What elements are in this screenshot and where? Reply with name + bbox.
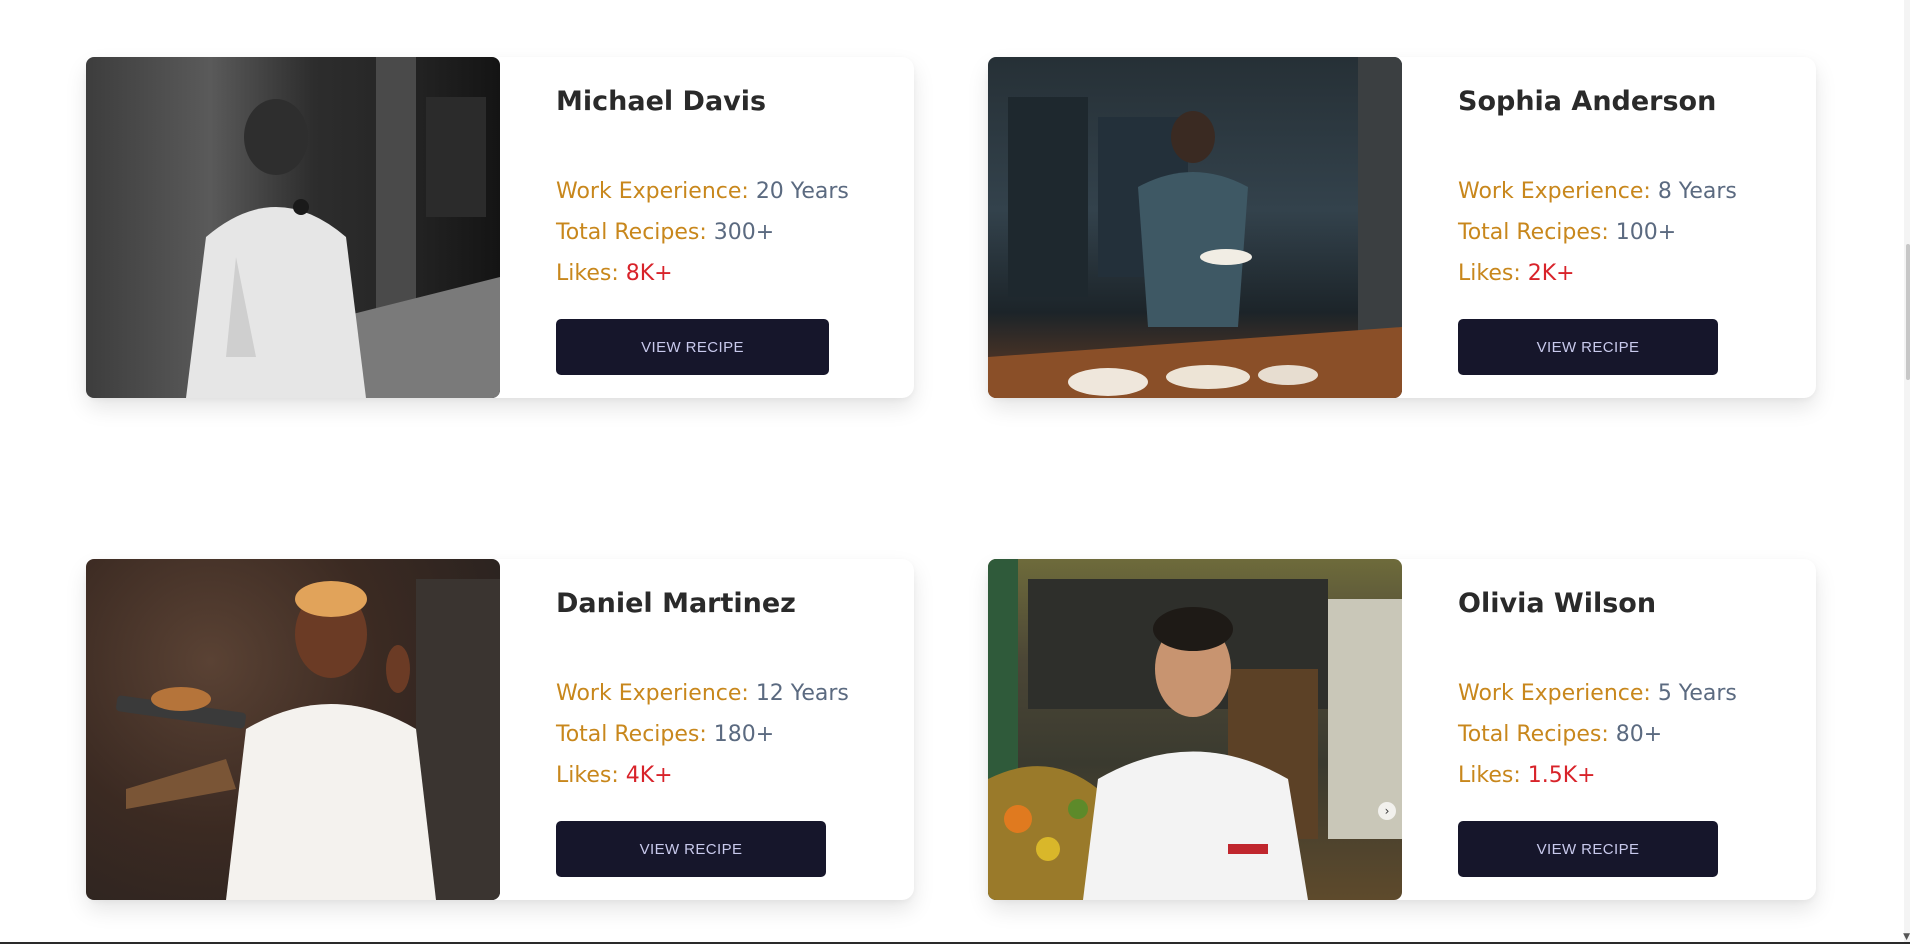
- likes-value: 2K+: [1527, 261, 1575, 286]
- chef-photo: [86, 559, 500, 900]
- chef-photo: [988, 57, 1402, 398]
- work-experience-row: Work Experience: 20 Years: [556, 171, 914, 212]
- total-recipes-label: Total Recipes:: [556, 220, 707, 245]
- likes-label: Likes:: [1458, 763, 1521, 788]
- view-recipe-button[interactable]: VIEW RECIPE: [556, 821, 826, 877]
- chef-card: Michael Davis Work Experience: 20 Years …: [86, 57, 914, 398]
- work-experience-label: Work Experience:: [556, 179, 749, 204]
- work-experience-label: Work Experience:: [1458, 179, 1651, 204]
- chef-card: Sophia Anderson Work Experience: 8 Years…: [988, 57, 1816, 398]
- likes-row: Likes: 2K+: [1458, 253, 1816, 294]
- likes-label: Likes:: [1458, 261, 1521, 286]
- total-recipes-label: Total Recipes:: [1458, 220, 1609, 245]
- total-recipes-row: Total Recipes: 80+: [1458, 714, 1816, 755]
- chef-stats: Work Experience: 20 Years Total Recipes:…: [556, 171, 914, 294]
- likes-row: Likes: 4K+: [556, 755, 914, 796]
- view-recipe-button[interactable]: VIEW RECIPE: [1458, 821, 1718, 877]
- total-recipes-label: Total Recipes:: [1458, 722, 1609, 747]
- work-experience-value: 8 Years: [1657, 179, 1737, 204]
- total-recipes-value: 180+: [713, 722, 775, 747]
- likes-row: Likes: 1.5K+: [1458, 755, 1816, 796]
- page-scrollbar[interactable]: ▼: [1903, 0, 1910, 944]
- scrollbar-thumb[interactable]: [1906, 244, 1910, 380]
- total-recipes-value: 100+: [1615, 220, 1677, 245]
- chef-info: Sophia Anderson Work Experience: 8 Years…: [1402, 57, 1816, 398]
- likes-value: 1.5K+: [1527, 763, 1596, 788]
- chef-card: › Olivia Wilson Work Experience: 5 Years…: [988, 559, 1816, 900]
- chef-name: Sophia Anderson: [1458, 86, 1717, 117]
- chef-card: Daniel Martinez Work Experience: 12 Year…: [86, 559, 914, 900]
- chef-name: Olivia Wilson: [1458, 588, 1657, 619]
- likes-label: Likes:: [556, 261, 619, 286]
- chef-info: Michael Davis Work Experience: 20 Years …: [500, 57, 914, 398]
- chef-grid: Michael Davis Work Experience: 20 Years …: [0, 0, 1910, 944]
- chef-info: Olivia Wilson Work Experience: 5 Years T…: [1402, 559, 1816, 900]
- work-experience-value: 20 Years: [755, 179, 849, 204]
- work-experience-label: Work Experience:: [556, 681, 749, 706]
- work-experience-row: Work Experience: 8 Years: [1458, 171, 1816, 212]
- total-recipes-value: 80+: [1615, 722, 1663, 747]
- scroll-down-arrow-icon[interactable]: ▼: [1903, 932, 1910, 942]
- chef-photo: [86, 57, 500, 398]
- work-experience-row: Work Experience: 12 Years: [556, 673, 914, 714]
- chef-stats: Work Experience: 12 Years Total Recipes:…: [556, 673, 914, 796]
- likes-row: Likes: 8K+: [556, 253, 914, 294]
- chef-name: Daniel Martinez: [556, 588, 796, 619]
- likes-label: Likes:: [556, 763, 619, 788]
- chef-info: Daniel Martinez Work Experience: 12 Year…: [500, 559, 914, 900]
- chef-stats: Work Experience: 5 Years Total Recipes: …: [1458, 673, 1816, 796]
- view-recipe-button[interactable]: VIEW RECIPE: [556, 319, 829, 375]
- total-recipes-row: Total Recipes: 300+: [556, 212, 914, 253]
- total-recipes-row: Total Recipes: 180+: [556, 714, 914, 755]
- work-experience-value: 12 Years: [755, 681, 849, 706]
- chevron-right-icon[interactable]: ›: [1378, 802, 1396, 820]
- chef-name: Michael Davis: [556, 86, 767, 117]
- total-recipes-label: Total Recipes:: [556, 722, 707, 747]
- work-experience-row: Work Experience: 5 Years: [1458, 673, 1816, 714]
- likes-value: 4K+: [625, 763, 673, 788]
- view-recipe-button[interactable]: VIEW RECIPE: [1458, 319, 1718, 375]
- work-experience-value: 5 Years: [1657, 681, 1737, 706]
- total-recipes-row: Total Recipes: 100+: [1458, 212, 1816, 253]
- chef-photo[interactable]: ›: [988, 559, 1402, 900]
- likes-value: 8K+: [625, 261, 673, 286]
- total-recipes-value: 300+: [713, 220, 775, 245]
- work-experience-label: Work Experience:: [1458, 681, 1651, 706]
- chef-stats: Work Experience: 8 Years Total Recipes: …: [1458, 171, 1816, 294]
